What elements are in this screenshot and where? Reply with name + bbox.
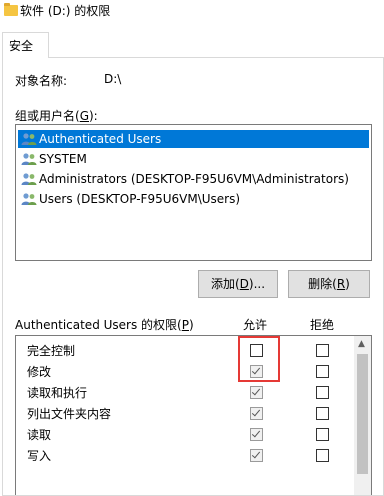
scrollbar-thumb[interactable] — [357, 354, 368, 474]
scroll-up-icon[interactable]: ▲ — [358, 339, 365, 349]
permission-name: 读取和执行 — [27, 386, 88, 400]
allow-column-header: 允许 — [243, 318, 268, 332]
highlight-frame — [238, 336, 280, 382]
users-group-icon — [21, 193, 37, 205]
deny-checkbox[interactable] — [316, 365, 329, 378]
list-item-authenticated-users[interactable]: Authenticated Users — [18, 130, 369, 148]
groups-label: 组或用户名(G): — [15, 109, 98, 123]
permission-name: 修改 — [27, 365, 52, 379]
list-item-label: SYSTEM — [39, 152, 87, 166]
allow-checkbox[interactable] — [250, 407, 263, 420]
permissions-scrollbar[interactable]: ▲ — [354, 336, 371, 495]
permission-row-write: 写入 — [16, 445, 351, 465]
users-group-icon — [21, 153, 37, 165]
deny-checkbox[interactable] — [316, 428, 329, 441]
tab-security[interactable]: 安全 — [2, 32, 49, 58]
deny-checkbox[interactable] — [316, 344, 329, 357]
permission-row-read-execute: 读取和执行 — [16, 382, 351, 402]
deny-checkbox[interactable] — [316, 407, 329, 420]
window-title: 软件 (D:) 的权限 — [20, 4, 111, 18]
permission-name: 读取 — [27, 428, 52, 442]
permission-name: 完全控制 — [27, 344, 76, 358]
permission-row-read: 读取 — [16, 424, 351, 444]
add-button[interactable]: 添加(D)... — [198, 270, 278, 298]
permission-row-full-control: 完全控制 — [16, 340, 351, 360]
list-item-label: Users (DESKTOP-F95U6VM\Users) — [39, 192, 241, 206]
deny-column-header: 拒绝 — [310, 318, 335, 332]
allow-checkbox[interactable] — [250, 386, 263, 399]
allow-checkbox[interactable] — [250, 449, 263, 462]
list-item-users[interactable]: Users (DESKTOP-F95U6VM\Users) — [18, 190, 369, 208]
object-name-value: D:\ — [104, 72, 122, 86]
deny-checkbox[interactable] — [316, 449, 329, 462]
users-group-icon — [21, 133, 37, 145]
users-group-icon — [21, 173, 37, 185]
permissions-list: 完全控制 修改 读取和执行 列出文件夹内容 读取 写入 ▲ — [15, 335, 372, 495]
permission-row-modify: 修改 — [16, 361, 351, 381]
title-bar: 软件 (D:) 的权限 — [0, 0, 384, 26]
permissions-header: Authenticated Users 的权限(P) — [15, 318, 194, 332]
object-name-label: 对象名称: — [15, 74, 68, 88]
list-item-label: Authenticated Users — [39, 132, 162, 146]
allow-checkbox[interactable] — [250, 428, 263, 441]
folder-icon — [4, 3, 18, 16]
list-item-administrators[interactable]: Administrators (DESKTOP-F95U6VM\Administ… — [18, 170, 369, 188]
list-item-system[interactable]: SYSTEM — [18, 150, 369, 168]
permission-name: 列出文件夹内容 — [27, 407, 112, 421]
permission-row-list-folder: 列出文件夹内容 — [16, 403, 351, 423]
tab-security-label: 安全 — [9, 39, 34, 53]
list-item-label: Administrators (DESKTOP-F95U6VM\Administ… — [39, 172, 349, 186]
remove-button[interactable]: 删除(R) — [288, 270, 370, 298]
permission-name: 写入 — [27, 449, 52, 463]
deny-checkbox[interactable] — [316, 386, 329, 399]
groups-listbox[interactable]: Authenticated Users SYSTEM Administrator… — [15, 124, 372, 261]
